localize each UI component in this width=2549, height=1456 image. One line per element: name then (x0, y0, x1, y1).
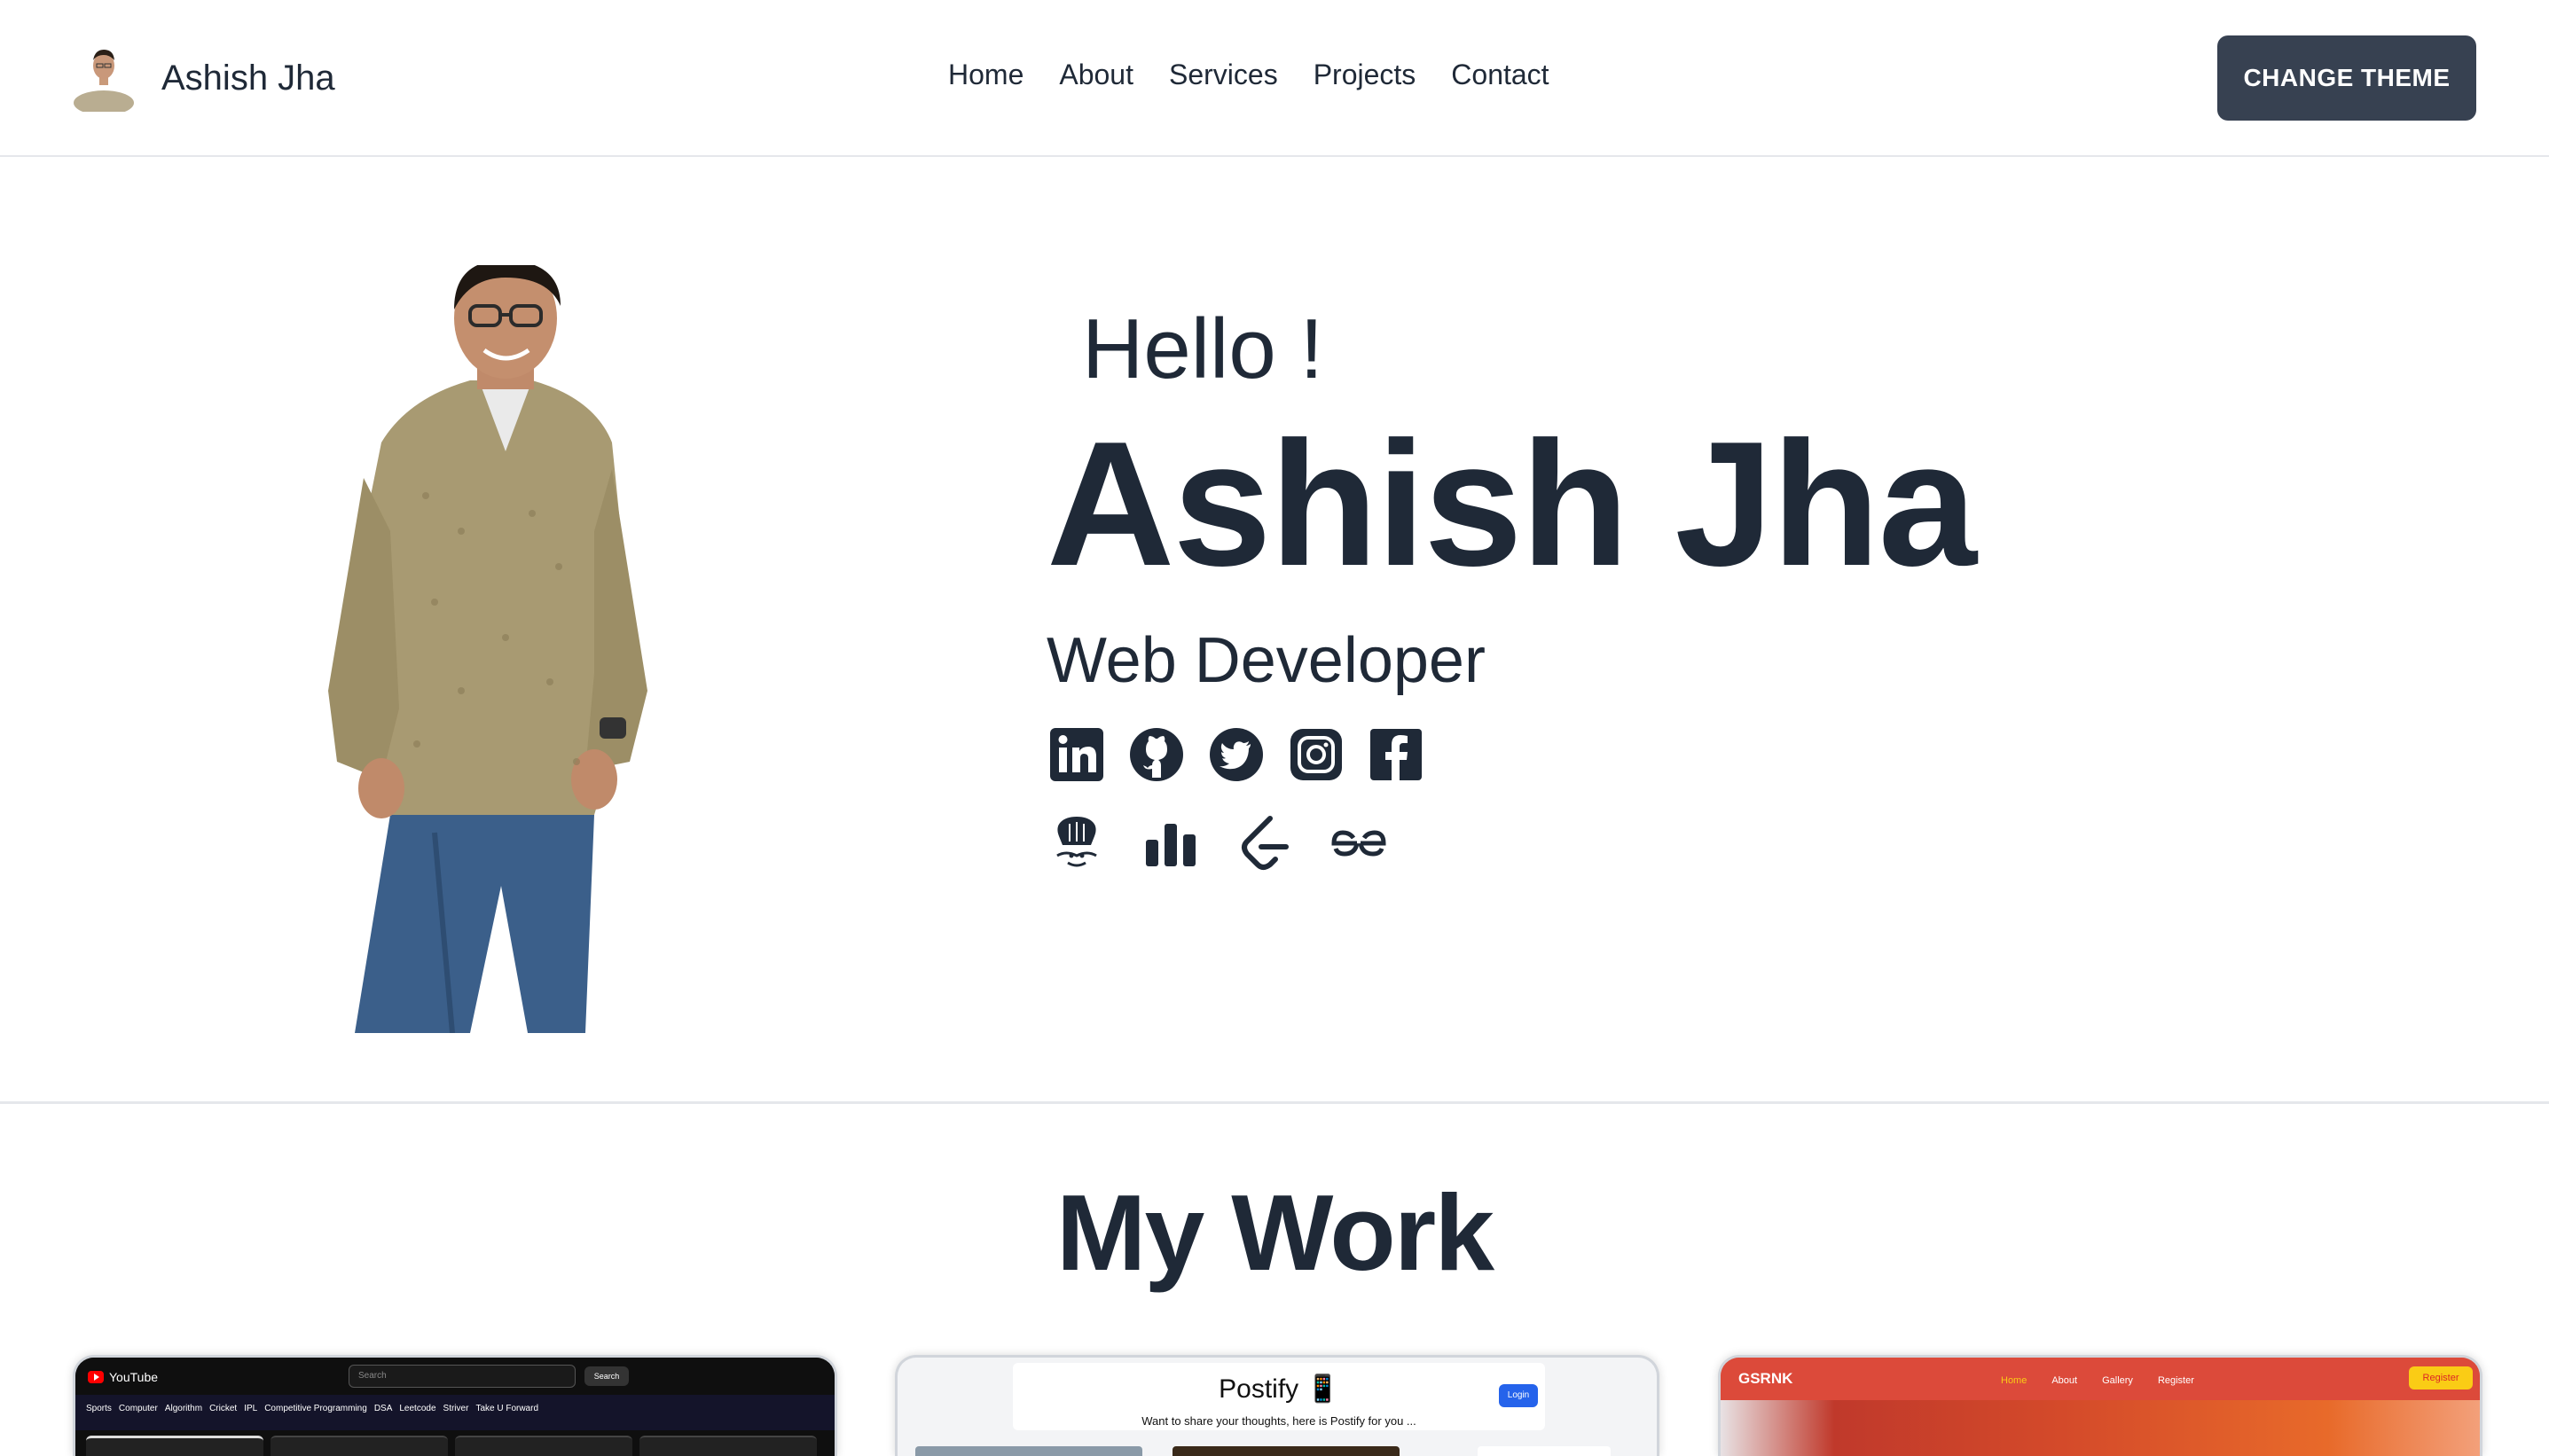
codeforces-icon[interactable] (1142, 815, 1199, 872)
hero-greeting: Hello ! (1082, 301, 1324, 396)
nav-link-services[interactable]: Services (1169, 59, 1278, 91)
yt-search-button: Search (584, 1366, 629, 1386)
facebook-icon[interactable] (1368, 726, 1424, 783)
my-work-heading: My Work (1055, 1172, 1494, 1293)
project-card-gsrnk[interactable]: GSRNK Home About Gallery Register Regist… (1718, 1355, 2482, 1456)
yt-thumbnails (86, 1436, 817, 1456)
gsrnk-navbar: GSRNK Home About Gallery Register Regist… (1721, 1358, 2480, 1400)
postify-subtitle: Want to share your thoughts, here is Pos… (1141, 1414, 1416, 1428)
yt-search-input: Search (349, 1365, 576, 1388)
codechef-icon[interactable] (1048, 815, 1105, 872)
hero-portrait (328, 258, 665, 1034)
yt-header: YouTube Search Search (75, 1358, 835, 1397)
nav-link-about[interactable]: About (1059, 59, 1133, 91)
yt-chip: Leetcode (399, 1404, 436, 1413)
nav-link-projects[interactable]: Projects (1314, 59, 1416, 91)
yt-chip: Cricket (209, 1404, 238, 1413)
video-thumbnail (455, 1436, 632, 1456)
nav-link-home[interactable]: Home (948, 59, 1024, 91)
yt-chips: Sports Computer Algorithm Cricket IPL Co… (86, 1404, 538, 1413)
yt-chip: IPL (244, 1404, 258, 1413)
navbar: Ashish Jha Home About Services Projects … (0, 0, 2549, 157)
hero-section: Hello ! Ashish Jha Web Developer (0, 159, 2549, 1104)
project-card-youtube[interactable]: YouTube Search Search Sports Computer Al… (73, 1355, 837, 1456)
yt-logo-text: YouTube (109, 1370, 159, 1384)
yt-logo: YouTube (88, 1370, 158, 1384)
project-card-postify[interactable]: Postify 📱 Want to share your thoughts, h… (895, 1355, 1659, 1456)
yt-chip: Take U Forward (475, 1404, 539, 1413)
yt-chip: Competitive Programming (264, 1404, 367, 1413)
nav-links: Home About Services Projects Contact (948, 59, 1549, 91)
video-thumbnail (86, 1436, 263, 1456)
gsrnk-link-about: About (2051, 1375, 2078, 1386)
post-image (1478, 1446, 1611, 1456)
video-thumbnail (271, 1436, 448, 1456)
gsrnk-hero-image (1721, 1400, 2480, 1456)
gsrnk-links: Home About Gallery Register (2001, 1375, 2194, 1386)
yt-chip: DSA (373, 1404, 393, 1413)
post-image (915, 1446, 1142, 1456)
gsrnk-link-register: Register (2157, 1375, 2194, 1386)
gsrnk-brand: GSRNK (1738, 1370, 1793, 1387)
nav-link-contact[interactable]: Contact (1451, 59, 1549, 91)
leetcode-icon[interactable] (1236, 815, 1293, 872)
instagram-icon[interactable] (1288, 726, 1345, 783)
postify-header: Postify 📱 Want to share your thoughts, h… (1013, 1363, 1545, 1430)
linkedin-icon[interactable] (1048, 726, 1105, 783)
change-theme-button[interactable]: CHANGE THEME (2217, 35, 2476, 121)
geeksforgeeks-icon[interactable] (1330, 815, 1387, 872)
brand[interactable]: Ashish Jha (73, 44, 335, 115)
gsrnk-link-home: Home (2001, 1375, 2027, 1386)
yt-chip: Sports (86, 1404, 112, 1413)
twitter-icon[interactable] (1208, 726, 1265, 783)
postify-title: Postify 📱 (1219, 1374, 1339, 1404)
brand-name: Ashish Jha (161, 58, 335, 98)
coding-profile-links (1048, 815, 1387, 872)
gsrnk-link-gallery: Gallery (2102, 1375, 2133, 1386)
gsrnk-register-button: Register (2409, 1366, 2473, 1389)
yt-chip: Striver (443, 1404, 469, 1413)
video-thumbnail (639, 1436, 817, 1456)
hero-name: Ashish Jha (1047, 405, 1977, 603)
github-icon[interactable] (1128, 726, 1185, 783)
brand-avatar (73, 44, 135, 115)
post-image (1173, 1446, 1400, 1456)
play-icon (88, 1371, 104, 1383)
social-links (1048, 726, 1424, 783)
hero-role: Web Developer (1047, 625, 1486, 696)
postify-login-button: Login (1499, 1384, 1538, 1407)
yt-chip: Computer (118, 1404, 158, 1413)
yt-chip: Algorithm (164, 1404, 203, 1413)
